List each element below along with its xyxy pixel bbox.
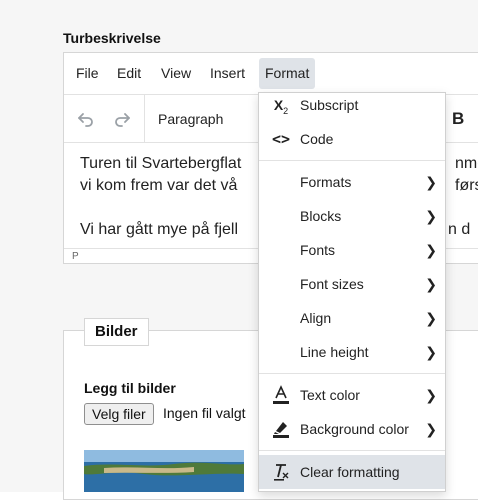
clear-formatting-icon — [269, 455, 293, 489]
format-menu-item-subscript[interactable]: X2 Subscript — [259, 88, 445, 122]
menu-file[interactable]: File — [70, 58, 105, 89]
page: Turbeskrivelse File Edit View Insert For… — [0, 0, 478, 500]
format-menu-item-code[interactable]: <> Code — [259, 122, 445, 156]
menu-view[interactable]: View — [155, 58, 197, 89]
images-legend: Bilder — [84, 318, 149, 346]
menu-format[interactable]: Format — [259, 58, 316, 89]
format-menu-item-align[interactable]: Align ❯ — [259, 301, 445, 335]
menu-separator — [259, 450, 445, 451]
format-menu-item-formats[interactable]: Formats ❯ — [259, 165, 445, 199]
menu-edit[interactable]: Edit — [111, 58, 147, 89]
redo-icon[interactable] — [108, 105, 136, 133]
menu-insert[interactable]: Insert — [204, 58, 251, 89]
choose-files-button[interactable]: Velg filer — [84, 403, 154, 425]
text-color-icon — [269, 378, 293, 412]
format-menu-item-clear-formatting[interactable]: Clear formatting — [259, 455, 445, 489]
format-menu-item-font-sizes[interactable]: Font sizes ❯ — [259, 267, 445, 301]
chevron-right-icon: ❯ — [425, 344, 437, 360]
subscript-icon: X2 — [273, 97, 289, 116]
chevron-right-icon: ❯ — [425, 276, 437, 292]
chevron-right-icon: ❯ — [425, 242, 437, 258]
element-path[interactable]: P — [72, 251, 79, 262]
chevron-right-icon: ❯ — [425, 208, 437, 224]
toolbar-separator — [144, 95, 145, 143]
chevron-right-icon: ❯ — [425, 421, 437, 437]
format-menu-item-background-color[interactable]: Background color ❯ — [259, 412, 445, 446]
chevron-right-icon: ❯ — [425, 174, 437, 190]
format-menu-item-line-height[interactable]: Line height ❯ — [259, 335, 445, 369]
chevron-right-icon: ❯ — [425, 310, 437, 326]
format-menu-item-blocks[interactable]: Blocks ❯ — [259, 199, 445, 233]
block-format-select[interactable]: Paragraph — [158, 105, 223, 133]
bold-button[interactable]: B — [452, 105, 476, 133]
menu-separator — [259, 373, 445, 374]
format-menu-item-fonts[interactable]: Fonts ❯ — [259, 233, 445, 267]
image-thumbnail[interactable] — [84, 450, 244, 492]
code-icon: <> — [271, 130, 291, 148]
undo-icon[interactable] — [72, 105, 100, 133]
chevron-right-icon: ❯ — [425, 387, 437, 403]
field-label: Turbeskrivelse — [63, 30, 161, 46]
menu-separator — [259, 160, 445, 161]
format-menu-dropdown: X2 Subscript <> Code Formats ❯ Blocks ❯ … — [258, 92, 446, 492]
add-images-label: Legg til bilder — [84, 380, 176, 396]
background-color-icon — [269, 412, 293, 446]
format-menu-item-text-color[interactable]: Text color ❯ — [259, 378, 445, 412]
no-file-chosen-text: Ingen fil valgt — [163, 405, 246, 421]
